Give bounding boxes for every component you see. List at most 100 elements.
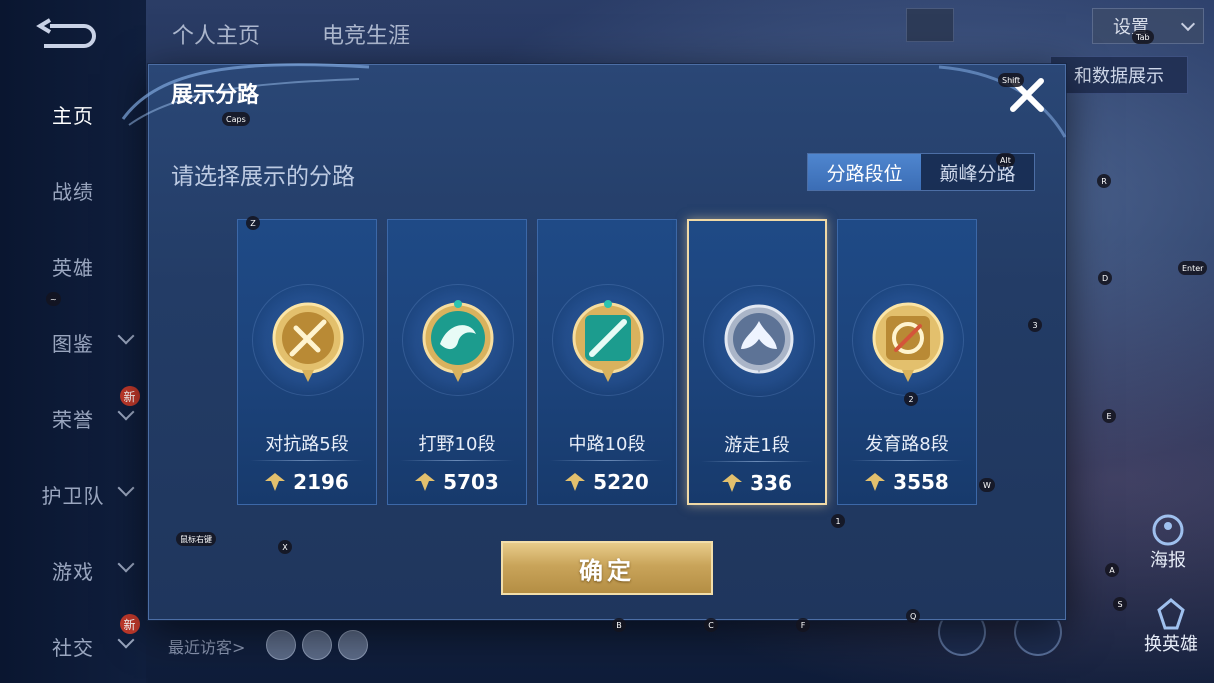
points-icon: [415, 473, 436, 491]
hero-swap-icon: [1157, 598, 1185, 630]
poster-icon: [1152, 514, 1184, 546]
score: 3558: [838, 470, 976, 494]
rank-label: 游走1段: [724, 435, 790, 456]
poster-button[interactable]: 海报: [1150, 514, 1186, 572]
dialog-title: 展示分路: [171, 83, 260, 108]
data-show-button[interactable]: 和数据展示: [1050, 56, 1188, 94]
sidebar-item-codex[interactable]: 图鉴: [0, 322, 146, 362]
sidebar-item-label: 护卫队: [41, 483, 105, 508]
new-badge: 新: [120, 614, 140, 634]
score-value: 5703: [443, 470, 499, 494]
key-hint: Shift: [998, 73, 1025, 87]
key-hint: ~: [46, 292, 61, 306]
key-hint: C: [704, 618, 718, 632]
lane-card-roam[interactable]: 游走1段 336: [687, 219, 827, 505]
chevron-down-icon: [117, 479, 135, 497]
sidebar-item-social[interactable]: 社交 新: [0, 614, 146, 666]
points-icon: [565, 473, 586, 491]
key-hint: Tab: [1132, 30, 1154, 44]
confirm-button[interactable]: 确定: [501, 541, 713, 595]
chevron-down-icon: [117, 403, 135, 421]
tab-esports-career[interactable]: 电竞生涯: [322, 18, 410, 50]
lane-card-mid[interactable]: 中路10段 5220: [537, 219, 677, 505]
key-hint: Z: [246, 216, 260, 230]
sidebar-item-heroes[interactable]: 英雄: [0, 246, 146, 286]
wing-crest-icon: [724, 304, 794, 374]
key-hint: S: [1113, 597, 1127, 611]
key-hint: Enter: [1178, 261, 1208, 275]
visitor-avatar[interactable]: [302, 630, 332, 660]
key-hint: X: [278, 540, 292, 554]
chevron-down-icon: [117, 631, 135, 649]
sidebar-item-honor[interactable]: 荣誉 新: [0, 386, 146, 438]
score-value: 3558: [893, 470, 949, 494]
dragon-crest-icon: [422, 300, 494, 382]
key-hint: 鼠标右键: [176, 532, 216, 546]
sidebar-item-label: 游戏: [52, 559, 94, 584]
divider: [701, 461, 813, 462]
slash-crest-icon: [572, 300, 644, 382]
lane-card-top[interactable]: 对抗路5段 2196: [237, 219, 377, 505]
sidebar-item-guard[interactable]: 护卫队: [0, 474, 146, 514]
sidebar-item-label: 英雄: [52, 255, 94, 280]
divider: [400, 460, 514, 461]
toggle-lane-rank[interactable]: 分路段位: [808, 154, 921, 190]
new-badge: 新: [120, 386, 140, 406]
key-hint: 2: [904, 392, 918, 406]
divider: [250, 460, 364, 461]
key-hint: 1: [831, 514, 845, 528]
chevron-down-icon: [117, 327, 135, 345]
sidebar-item-label: 图鉴: [52, 331, 94, 356]
divider: [550, 460, 664, 461]
key-hint: Alt: [996, 153, 1015, 167]
key-hint: B: [612, 618, 626, 632]
points-icon: [722, 474, 743, 492]
recent-visitors-link[interactable]: 最近访客>: [168, 634, 245, 658]
ornament-swirl-icon: [938, 65, 1067, 138]
score: 336: [689, 471, 825, 495]
key-hint: 3: [1028, 318, 1042, 332]
sidebar-item-record[interactable]: 战绩: [0, 170, 146, 210]
chevron-down-icon: [1180, 16, 1196, 32]
visitor-avatar[interactable]: [266, 630, 296, 660]
score-value: 2196: [293, 470, 349, 494]
dialog-subtitle: 请选择展示的分路: [171, 164, 355, 190]
lane-card-carry[interactable]: 发育路8段 3558: [837, 219, 977, 505]
rank-label: 发育路8段: [865, 434, 949, 455]
toggle-peak-lane[interactable]: 巅峰分路: [921, 154, 1034, 190]
bow-crest-icon: [872, 302, 944, 382]
sword-crest-icon: [272, 302, 344, 382]
back-arrow-icon: [36, 18, 96, 48]
data-show-label: 和数据展示: [1074, 66, 1164, 87]
change-hero-button[interactable]: 换英雄: [1144, 598, 1198, 656]
change-hero-label: 换英雄: [1144, 634, 1198, 655]
key-hint: A: [1105, 563, 1119, 577]
key-hint: W: [979, 478, 995, 492]
sidebar-item-label: 社交: [52, 635, 94, 660]
divider: [850, 460, 964, 461]
score-value: 336: [750, 471, 792, 495]
score: 2196: [238, 470, 376, 494]
key-hint: Caps: [222, 112, 250, 126]
points-icon: [865, 473, 886, 491]
sidebar-item-label: 战绩: [52, 179, 94, 204]
rank-label: 打野10段: [418, 434, 496, 455]
sidebar-item-games[interactable]: 游戏: [0, 550, 146, 590]
lane-card-jungle[interactable]: 打野10段 5703: [387, 219, 527, 505]
sidebar-item-label: 荣誉: [52, 407, 94, 432]
sidebar-item-home[interactable]: 主页: [0, 94, 146, 134]
show-lane-dialog: 展示分路 请选择展示的分路 分路段位 巅峰分路 对抗路5段 2196 打野10段…: [121, 63, 1067, 620]
chevron-down-icon: [117, 555, 135, 573]
key-hint: F: [796, 618, 810, 632]
poster-label: 海报: [1150, 550, 1186, 571]
back-button[interactable]: [36, 18, 100, 52]
sidebar: 主页 战绩 英雄 图鉴 荣誉新 护卫队 游戏 社交新: [0, 0, 146, 683]
lane-cards: 对抗路5段 2196 打野10段 5703 中路10段 5220 游走1段 33…: [237, 219, 979, 505]
rank-label: 中路10段: [568, 434, 646, 455]
tab-profile[interactable]: 个人主页: [172, 18, 260, 50]
score-value: 5220: [593, 470, 649, 494]
visitor-avatar[interactable]: [338, 630, 368, 660]
rank-label: 对抗路5段: [265, 434, 349, 455]
points-icon: [265, 473, 286, 491]
avatar[interactable]: [906, 8, 954, 42]
